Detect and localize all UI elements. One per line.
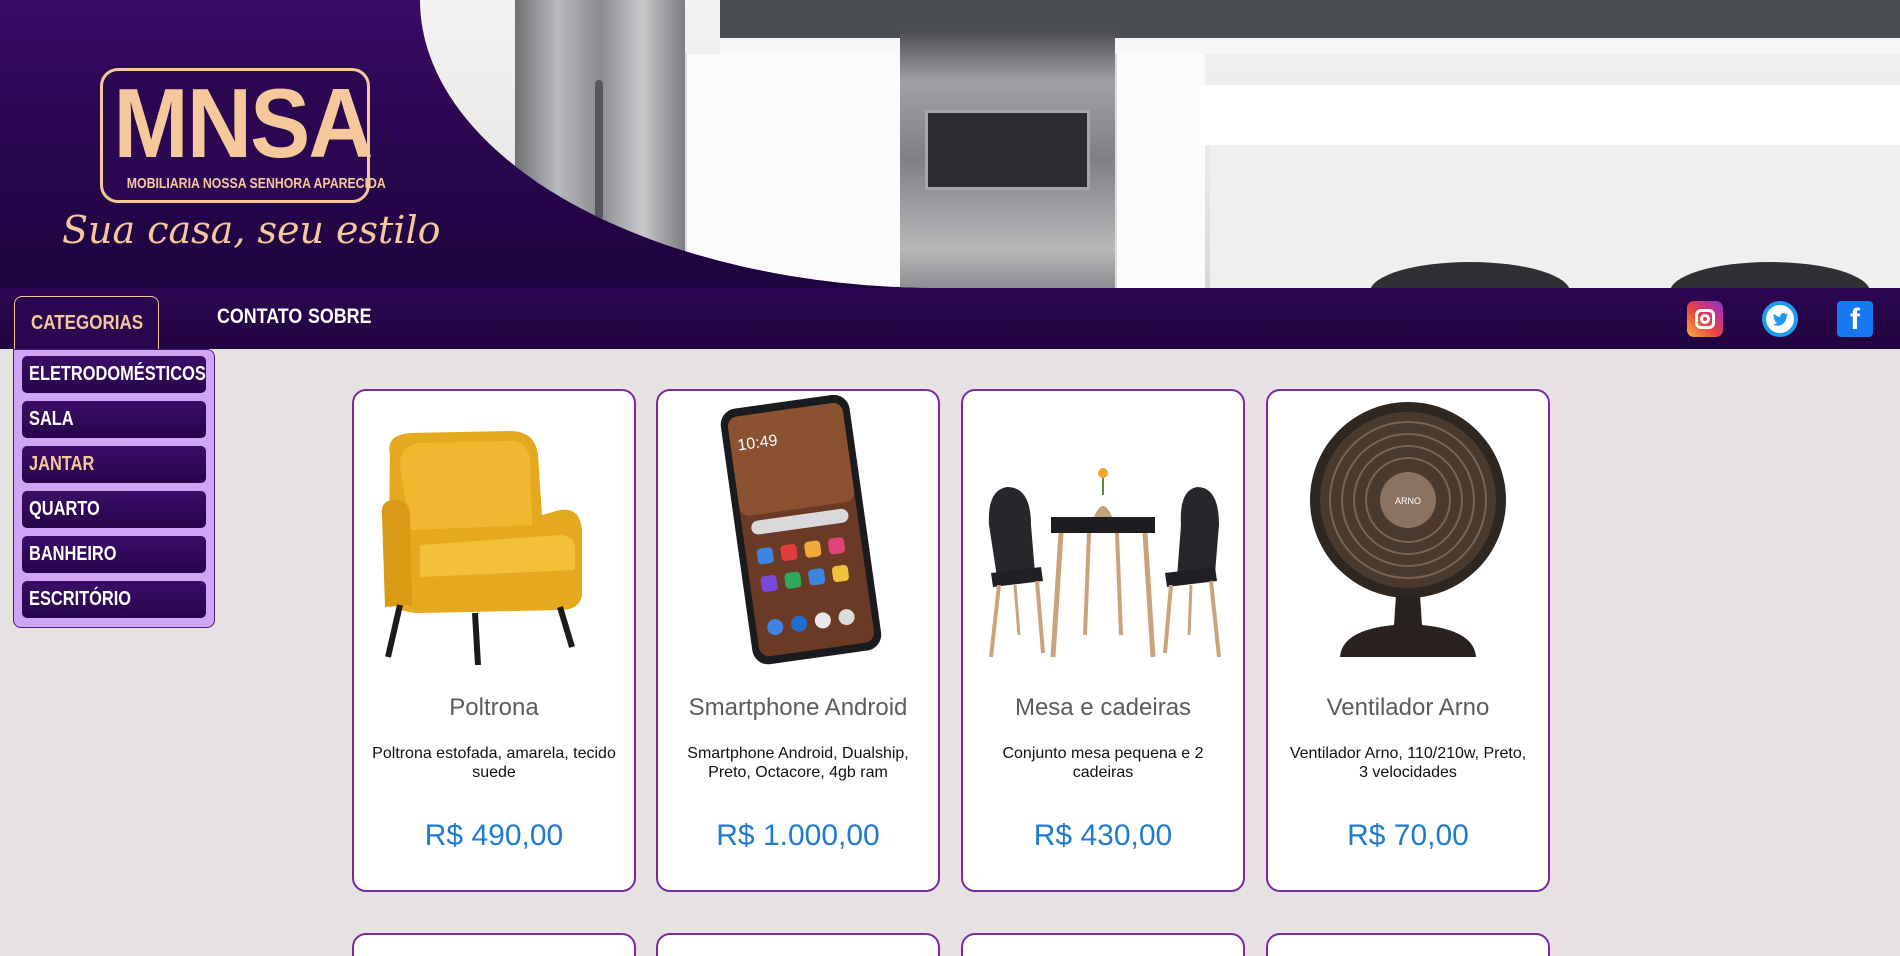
kitchen-island-top [1200,85,1900,145]
counter-top [720,38,1900,54]
cabinet-right [1115,54,1205,288]
cabinet-left [685,54,900,288]
twitter-icon[interactable] [1762,301,1798,337]
category-sala[interactable]: SALA [22,401,206,438]
product-description: Conjunto mesa pequena e 2 cadeiras [1002,745,1204,781]
product-name: Poltrona [449,694,539,721]
product-description: Poltrona estofada, amarela, tecido suede [372,745,616,781]
brand-tagline: Sua casa, seu estilo [62,208,441,252]
fridge-handle [595,80,603,220]
categories-dropdown: ELETRODOMÉSTICOS SALA JANTAR QUARTO BANH… [13,349,215,628]
categories-menu-button[interactable]: CATEGORIAS [14,296,159,349]
product-card[interactable]: Poltrona Poltrona estofada, amarela, tec… [352,389,636,892]
fan-image: ARNO [1310,402,1506,657]
fan-logo-text: ARNO [1395,496,1421,506]
categories-label: CATEGORIAS [31,311,144,334]
product-price: R$ 1.000,00 [716,819,880,852]
category-banheiro[interactable]: BANHEIRO [22,536,206,573]
product-card-partial[interactable] [961,933,1245,956]
armchair-image [381,431,582,665]
product-price: R$ 430,00 [1033,819,1173,852]
product-card[interactable]: ARNO Ventilador Arno Ventilador Arno, 11… [1266,389,1550,892]
category-eletrodomesticos[interactable]: ELETRODOMÉSTICOS [22,356,206,393]
category-jantar[interactable]: JANTAR [22,446,206,483]
product-name: Smartphone Android [688,694,908,721]
twitter-bird [1772,313,1788,326]
logo-subtitle: MOBILIARIA NOSSA SENHORA APARECIDA [126,175,386,192]
facebook-f: f [1850,303,1860,336]
product-name: Mesa e cadeiras [1014,694,1192,721]
smartphone-image: 10:49 [720,395,882,665]
backsplash [720,0,1900,40]
instagram-lens [1700,314,1710,324]
product-description: Ventilador Arno, 110/210w, Preto, 3 velo… [1289,745,1527,781]
site-header: MNSA MOBILIARIA NOSSA SENHORA APARECIDA … [0,0,1900,288]
instagram-icon[interactable] [1687,301,1723,337]
nav-link-sobre[interactable]: SOBRE [308,305,371,329]
facebook-icon[interactable]: f [1837,301,1873,337]
product-price: R$ 70,00 [1347,819,1469,852]
hero-kitchen-image [420,0,1900,288]
product-description: Smartphone Android, Dualship, Preto, Oct… [687,745,909,781]
product-price: R$ 490,00 [424,819,564,852]
oven-window [925,110,1090,190]
site-logo[interactable]: MNSA MOBILIARIA NOSSA SENHORA APARECIDA [100,68,386,203]
product-card-partial[interactable] [656,933,940,956]
category-quarto[interactable]: QUARTO [22,491,206,528]
product-card[interactable]: Mesa e cadeiras Conjunto mesa pequena e … [961,389,1245,892]
category-escritorio[interactable]: ESCRITÓRIO [22,581,206,618]
product-name: Ventilador Arno [1326,694,1490,721]
nav-link-contato[interactable]: CONTATO [217,305,302,329]
product-card-partial[interactable] [352,933,636,956]
logo-text: MNSA [113,68,374,178]
product-card-partial[interactable] [1266,933,1550,956]
product-card[interactable]: 10:49 Smartphone Android Smartphone Andr… [656,389,940,892]
table-chairs-image [988,468,1221,658]
